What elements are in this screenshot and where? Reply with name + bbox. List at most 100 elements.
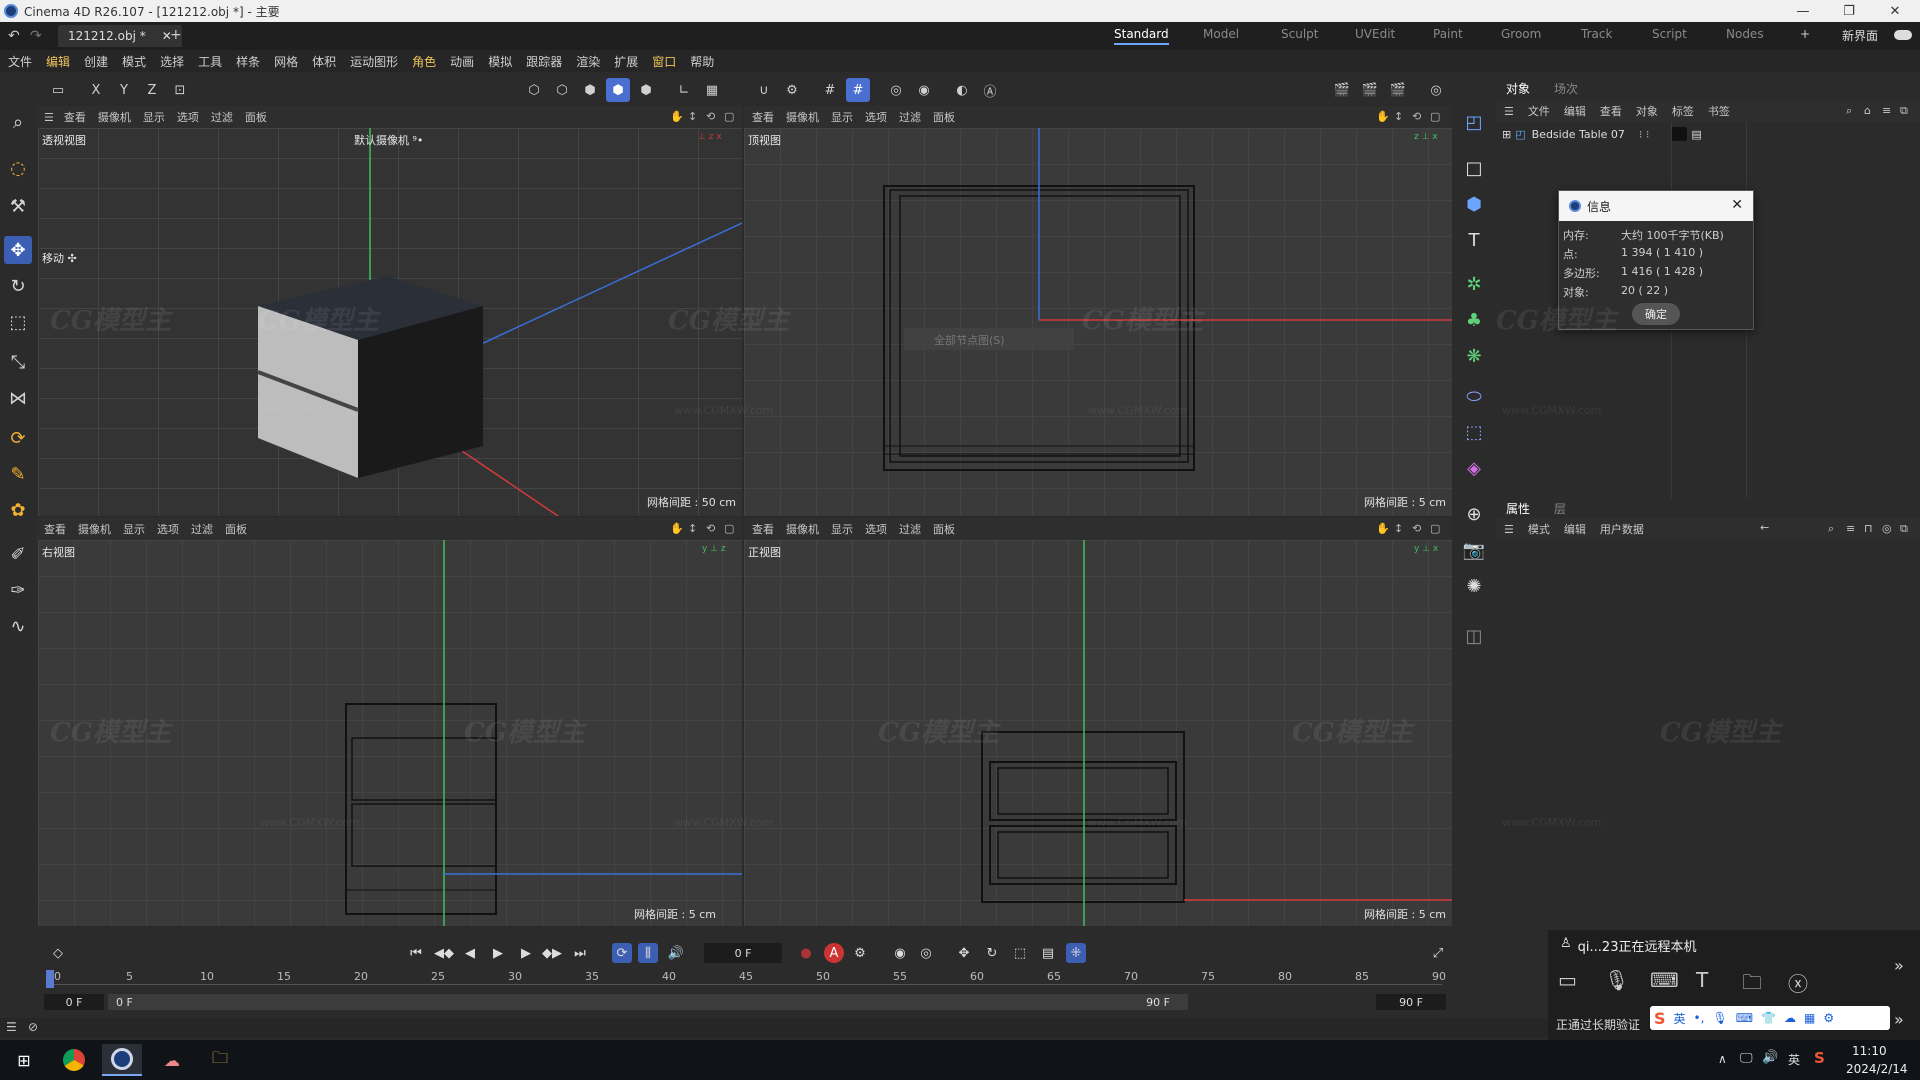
timeline-ruler[interactable]: 0 5 10 15 20 25 30 35 40 45 50 55 60 65 … [36,968,1452,992]
minimize-button[interactable]: — [1780,0,1826,22]
clock-time[interactable]: 11:10 [1852,1044,1887,1058]
am-menu-edit[interactable]: 编辑 [1564,521,1586,537]
extrude-tool-icon[interactable]: ✎ [4,460,32,488]
orbit-icon[interactable]: ⟲ [1412,522,1426,536]
layout-tab-nodes[interactable]: Nodes [1726,27,1764,41]
menu-character[interactable]: 角色 [412,53,436,70]
om-menu-icon[interactable]: ☰ [1504,105,1514,118]
vp4-menu-filter[interactable]: 过滤 [899,521,921,537]
goto-start-icon[interactable]: ⏮ [406,943,426,963]
move-tool-icon[interactable]: ✥ [4,236,32,264]
perspective-viewport[interactable]: 透视视图 默认摄像机 ⁹• 移动 ✣ 网格间距 : 50 cm ⊥ z x [38,128,742,516]
scale-key-icon[interactable]: ⬚ [1010,943,1030,963]
material-tag-icon[interactable] [1671,127,1688,141]
tab-objects[interactable]: 对象 [1506,80,1530,97]
model-mode-icon[interactable]: ▭ [46,78,70,102]
expand-chevron-icon[interactable]: » [1894,956,1904,975]
zoom-icon[interactable]: ⌕ [4,108,32,136]
current-frame-field[interactable]: 0 F [704,943,782,963]
snap-settings-icon[interactable]: ⚙ [780,78,804,102]
brush-tool-icon[interactable]: ✐ [4,540,32,568]
point-level-icon[interactable]: ⁜ [1066,943,1086,963]
volume-icon[interactable]: ⬚ [1460,418,1488,446]
filter-icon[interactable]: ≡ [1882,104,1891,117]
front-viewport[interactable]: 正视图 网格间距 : 5 cm y ⊥ x [744,540,1452,926]
sculpt-tool-icon[interactable]: ✿ [4,496,32,524]
material-icon[interactable]: ◫ [1460,622,1488,650]
scene-icon[interactable]: ◈ [1460,454,1488,482]
next-frame-icon[interactable]: ▶ [516,943,536,963]
punctuation-icon[interactable]: •, [1694,1011,1705,1025]
environment-icon[interactable]: ⊕ [1460,500,1488,528]
grid-icon[interactable]: ▦ [1804,1011,1815,1025]
render-view-icon[interactable]: 🎬 [1330,78,1354,102]
voice-icon[interactable]: 🎙 [1712,1011,1727,1025]
tab-attributes[interactable]: 属性 [1506,500,1530,517]
generator-icon[interactable]: ✲ [1460,270,1488,298]
vp1-menu-panel[interactable]: 面板 [245,109,267,125]
null-object-icon[interactable]: ◰ [1460,108,1488,136]
cube-icon[interactable]: ⬢ [1460,190,1488,218]
vp3-menu-camera[interactable]: 摄像机 [78,521,111,537]
cinema4d-taskbar-icon[interactable] [102,1044,142,1076]
workplane-icon[interactable]: # [846,78,870,102]
timeline-graph-icon[interactable]: ⤢ [1428,943,1448,963]
menu-edit[interactable]: 编辑 [46,53,70,70]
network-icon[interactable]: 🖵 [1740,1051,1753,1066]
file-explorer-icon[interactable]: 🗀 [200,1044,240,1076]
keyboard-icon[interactable]: ⌨ [1736,1011,1753,1025]
knife-tool-icon[interactable]: ⟳ [4,424,32,452]
field-icon[interactable]: ⬭ [1460,382,1488,410]
next-key-icon[interactable]: ◆▶ [542,943,562,963]
om-menu-file[interactable]: 文件 [1528,103,1550,119]
vp3-menu-display[interactable]: 显示 [123,521,145,537]
om-menu-view[interactable]: 查看 [1600,103,1622,119]
layout-tab-paint[interactable]: Paint [1433,27,1463,41]
menu-tracker[interactable]: 跟踪器 [526,53,562,70]
am-menu-icon[interactable]: ☰ [1504,523,1514,536]
magnet-icon[interactable]: ∪ [752,78,776,102]
menu-mesh[interactable]: 网格 [274,53,298,70]
expand-icon[interactable]: ⊞ [1502,128,1511,141]
light-icon[interactable]: ✺ [1460,572,1488,600]
spline-rectangle-icon[interactable]: □ [1460,154,1488,182]
vp3-menu-filter[interactable]: 过滤 [191,521,213,537]
undo-icon[interactable]: ↶ [8,28,20,44]
menu-mode[interactable]: 模式 [122,53,146,70]
render-settings-icon[interactable]: 🎬 [1386,78,1410,102]
visibility-dots-icon[interactable]: ⁝ ⁝ [1639,128,1650,141]
vp3-menu-options[interactable]: 选项 [157,521,179,537]
goto-end-icon[interactable]: ⏭ [570,943,590,963]
vp2-menu-filter[interactable]: 过滤 [899,109,921,125]
orbit-icon[interactable]: ⟲ [706,522,720,536]
menu-icon[interactable]: ☰ [6,1020,17,1034]
layout-tab-groom[interactable]: Groom [1501,27,1541,41]
spline-tool-icon[interactable]: ∿ [4,612,32,640]
preview-range-icon[interactable]: ⫼ [638,943,658,963]
vp2-menu-camera[interactable]: 摄像机 [786,109,819,125]
search-icon[interactable]: ⌕ [1846,104,1852,118]
vp2-menu-options[interactable]: 选项 [865,109,887,125]
am-menu-user-data[interactable]: 用户数据 [1600,521,1644,537]
loop-icon[interactable]: ⟳ [612,943,632,963]
maximize-viewport-icon[interactable]: ▢ [1430,110,1444,124]
volume-icon[interactable]: 🔊 [1762,1050,1778,1065]
maximize-viewport-icon[interactable]: ▢ [724,110,738,124]
pan-icon[interactable]: ✋ [670,522,684,536]
clock-date[interactable]: 2024/2/14 [1846,1062,1908,1076]
orbit-icon[interactable]: ⟲ [706,110,720,124]
settings-icon[interactable]: ⚙ [1823,1011,1834,1025]
camera-label[interactable]: 默认摄像机 ⁹• [354,132,423,148]
cloner-icon[interactable]: ♣ [1460,306,1488,334]
tweak-mode-icon[interactable]: ▦ [700,78,724,102]
deformer-icon[interactable]: ❋ [1460,342,1488,370]
vp4-menu-camera[interactable]: 摄像机 [786,521,819,537]
menu-simulate[interactable]: 模拟 [488,53,512,70]
rotate-tool-icon[interactable]: ↻ [4,272,32,300]
menu-select[interactable]: 选择 [160,53,184,70]
keyframe-selection-icon[interactable]: ◉ [890,943,910,963]
coordinate-system-icon[interactable]: ⊡ [168,78,192,102]
menu-volume[interactable]: 体积 [312,53,336,70]
dolly-icon[interactable]: ↕ [688,522,702,536]
om-menu-tags[interactable]: 标签 [1672,103,1694,119]
